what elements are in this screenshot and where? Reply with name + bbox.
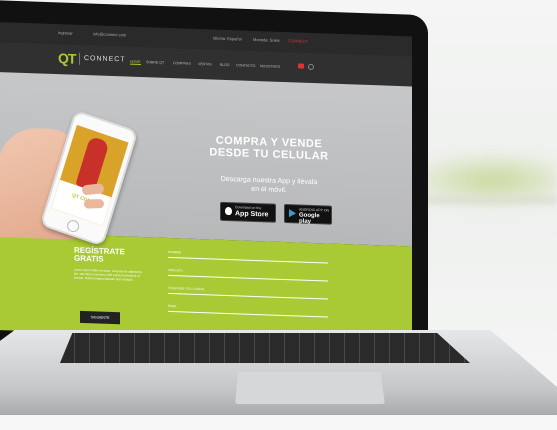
- cart-icon[interactable]: [298, 63, 304, 69]
- phone-model-figure: [75, 135, 110, 192]
- laptop-screen: Ingresar info@connect.com Idioma: Españo…: [0, 22, 412, 345]
- nav-sobre[interactable]: SOBRE QT: [146, 60, 164, 65]
- register-section: REGÍSTRATE GRATIS Lorem ipsum dolor sit …: [0, 232, 412, 345]
- contact-email: info@connect.com: [93, 31, 127, 38]
- language-selector[interactable]: Idioma: Español: [213, 36, 242, 42]
- background-shelf: [407, 195, 557, 205]
- logo-divider: [79, 52, 80, 65]
- currency-selector[interactable]: Moneda: Soles: [253, 37, 280, 43]
- nav-home[interactable]: HOME: [130, 59, 141, 65]
- email-field[interactable]: EMAIL: [168, 304, 328, 318]
- trackpad: [235, 372, 385, 404]
- nav-blog[interactable]: BLOG: [220, 63, 230, 67]
- app-store-label: App Store: [235, 210, 269, 219]
- apple-icon: [225, 206, 232, 216]
- brand-colors: CONNECT: [288, 38, 308, 44]
- nav-ventas[interactable]: VENTAS: [198, 62, 212, 66]
- register-title: REGÍSTRATE GRATIS: [74, 246, 125, 265]
- logo-mark[interactable]: QT: [58, 50, 75, 67]
- google-play-button[interactable]: ANDROID APP ON Google play: [284, 203, 332, 225]
- keyboard: [60, 333, 470, 363]
- next-button[interactable]: SIGUIENTE: [80, 310, 120, 325]
- register-text: Lorem ipsum dolor sit amet, consectetur …: [74, 267, 142, 282]
- hero-subtitle: Descarga nuestra App y llévala en el móv…: [194, 174, 344, 197]
- nav-nosotros[interactable]: NOSOTROS: [260, 64, 280, 69]
- search-icon[interactable]: [308, 63, 314, 71]
- phone-home-button: [65, 218, 81, 234]
- login-link[interactable]: Ingresar: [58, 30, 73, 36]
- google-play-icon: [289, 209, 296, 218]
- name-field[interactable]: NOMBRE: [168, 250, 328, 264]
- nav-contacto[interactable]: CONTACTO: [236, 63, 255, 68]
- phone-field[interactable]: TELÉFONO FIJO O MÓVIL: [168, 286, 328, 300]
- hero-title: COMPRA Y VENDE DESDE TU CELULAR: [194, 134, 344, 163]
- surname-field[interactable]: APELLIDO: [168, 268, 328, 282]
- app-store-button[interactable]: Download on the App Store: [220, 201, 276, 223]
- logo-text[interactable]: CONNECT: [84, 55, 126, 63]
- nav-compras[interactable]: COMPRAS: [173, 61, 191, 66]
- google-play-label: Google play: [299, 212, 320, 225]
- finger: [83, 199, 105, 209]
